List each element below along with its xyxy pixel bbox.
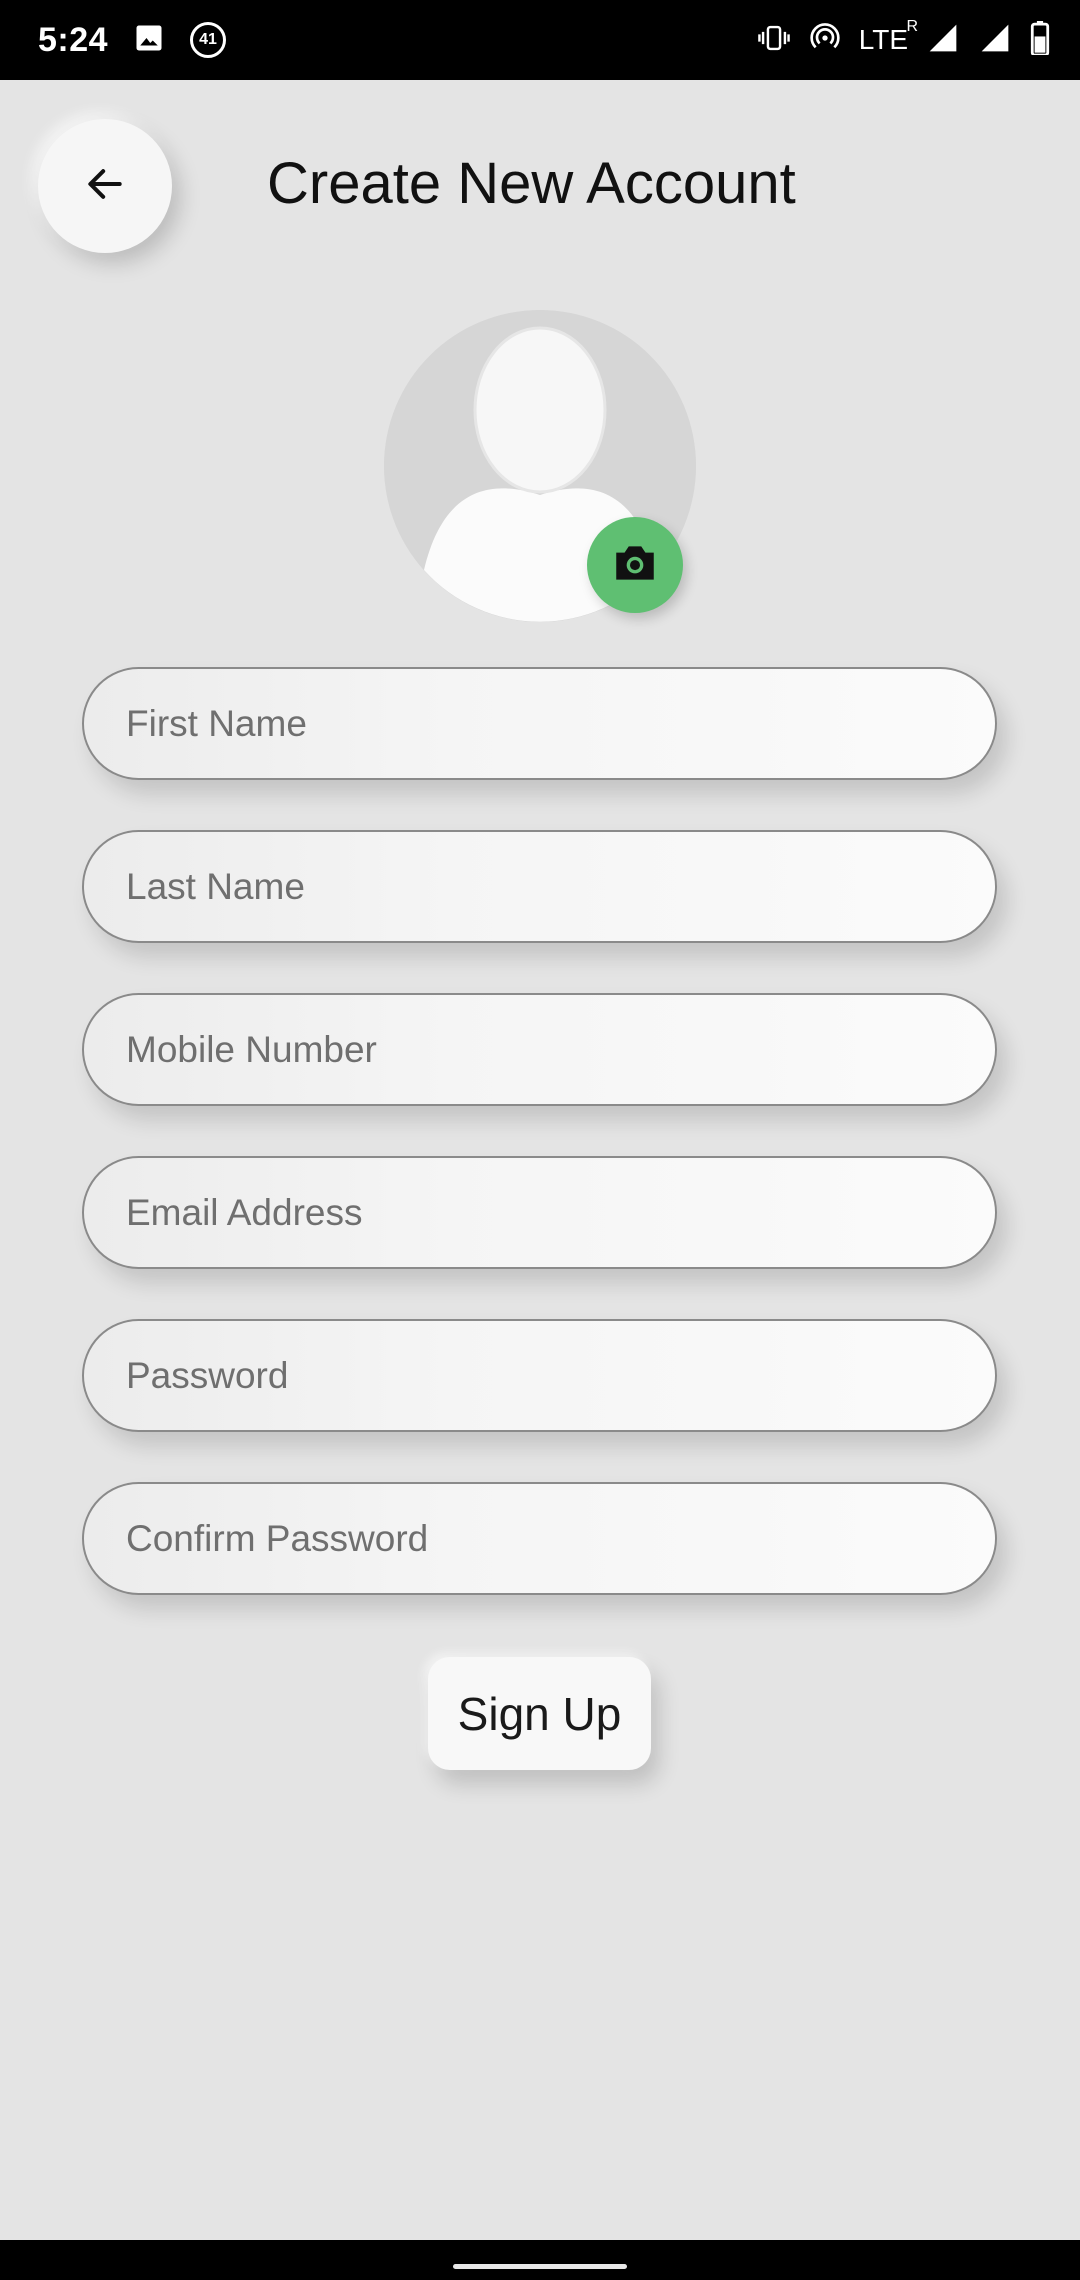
arrow-left-icon <box>83 162 127 211</box>
last-name-field[interactable] <box>82 830 997 943</box>
mobile-number-input[interactable] <box>126 1028 995 1071</box>
password-field[interactable] <box>82 1319 997 1432</box>
page-title: Create New Account <box>267 151 796 216</box>
last-name-input[interactable] <box>126 865 995 908</box>
image-icon <box>134 23 164 58</box>
back-button[interactable] <box>38 119 172 253</box>
signal-icon <box>926 22 960 59</box>
password-input[interactable] <box>126 1354 995 1397</box>
email-input[interactable] <box>126 1191 995 1234</box>
home-gesture-handle[interactable] <box>453 2264 627 2269</box>
sign-up-button[interactable]: Sign Up <box>428 1657 651 1770</box>
confirm-password-input[interactable] <box>126 1517 995 1560</box>
vibrate-icon <box>757 23 791 58</box>
network-type: LTE R <box>858 18 918 55</box>
navigation-bar <box>0 2240 1080 2280</box>
hotspot-icon <box>809 22 841 59</box>
battery-icon <box>1030 20 1050 60</box>
email-field[interactable] <box>82 1156 997 1269</box>
status-time: 5:24 <box>38 20 109 59</box>
person-placeholder-icon <box>384 310 696 622</box>
signal-icon <box>978 22 1012 59</box>
status-bar: 5:24 41 LTE R <box>0 0 1080 80</box>
mobile-number-field[interactable] <box>82 993 997 1106</box>
notification-badge: 41 <box>190 22 227 58</box>
confirm-password-field[interactable] <box>82 1482 997 1595</box>
camera-icon <box>610 538 660 593</box>
change-photo-button[interactable] <box>587 517 683 613</box>
first-name-input[interactable] <box>126 702 995 745</box>
first-name-field[interactable] <box>82 667 997 780</box>
